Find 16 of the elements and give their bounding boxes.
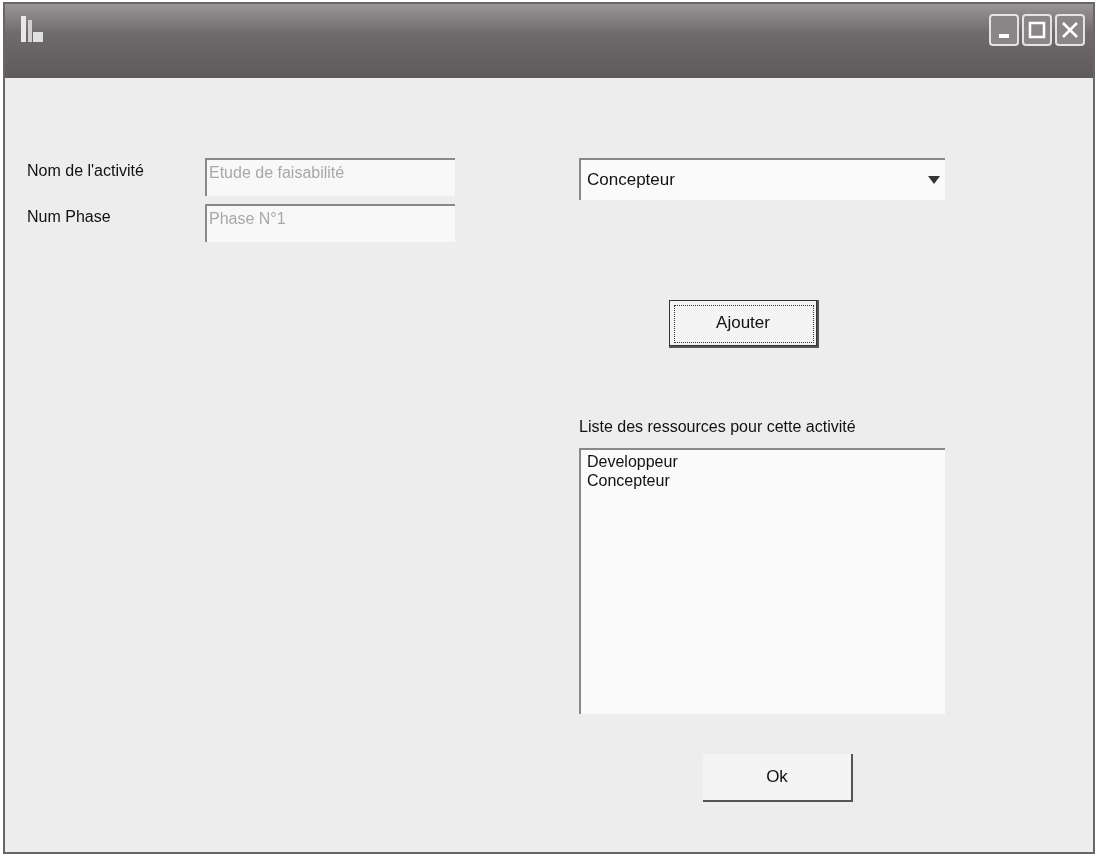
- field-label: Num Phase: [27, 207, 112, 226]
- resource-dropdown[interactable]: Concepteur: [579, 158, 945, 200]
- ok-button[interactable]: Ok: [703, 754, 853, 802]
- app-icon: [19, 14, 45, 44]
- close-button[interactable]: [1055, 14, 1085, 46]
- list-label: Liste des ressources pour cette activité: [579, 418, 856, 436]
- minimize-icon: [999, 34, 1009, 38]
- list-item[interactable]: Concepteur: [587, 471, 670, 490]
- dropdown-arrow-icon: [927, 175, 941, 185]
- minimize-button[interactable]: [989, 14, 1019, 46]
- add-button[interactable]: Ajouter: [669, 300, 819, 348]
- maximize-button[interactable]: [1022, 14, 1052, 46]
- list-item[interactable]: Developpeur: [587, 452, 678, 471]
- close-icon: [1060, 20, 1080, 40]
- maximize-icon: [1028, 21, 1046, 39]
- field-label: Nom de l'activité: [27, 161, 145, 180]
